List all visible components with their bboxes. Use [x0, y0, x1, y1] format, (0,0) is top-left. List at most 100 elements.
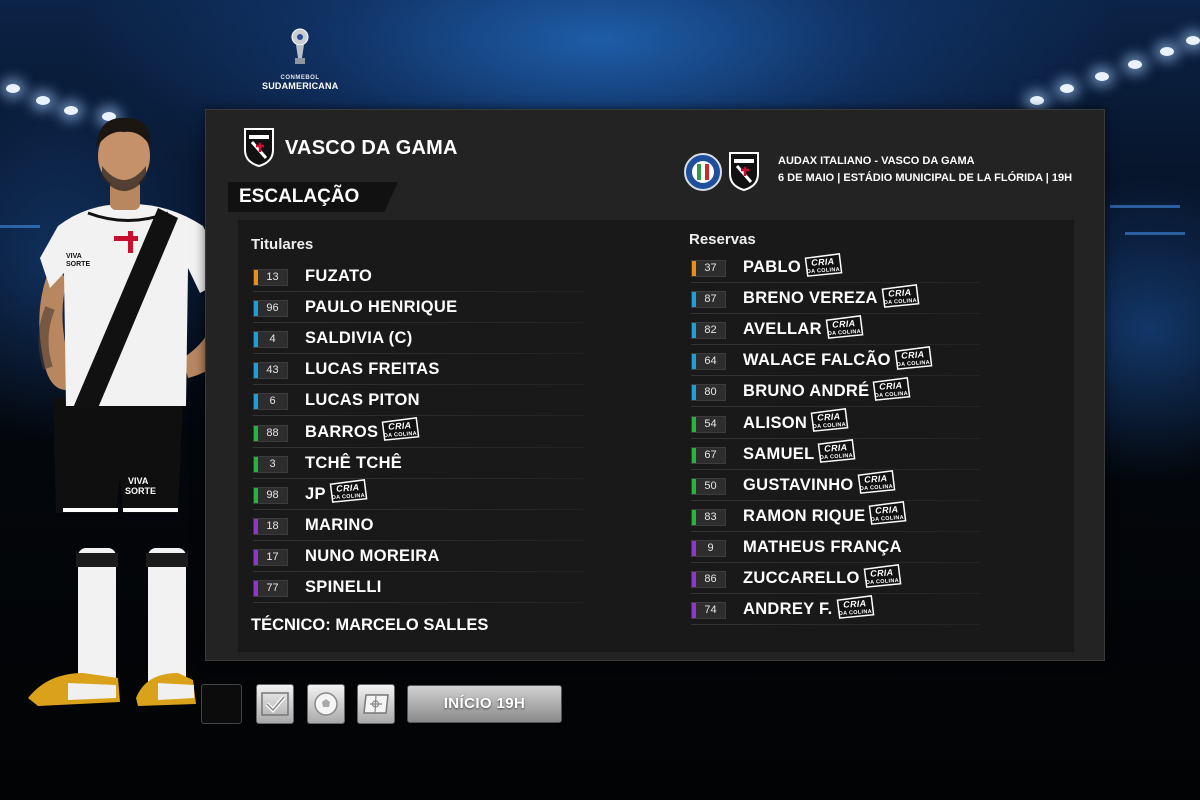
row-divider — [253, 539, 583, 541]
audax-crest-icon — [684, 153, 722, 191]
player-row[interactable]: 88 BARROS CRIA DA COLINA — [253, 417, 583, 448]
player-number: 50 — [691, 477, 726, 495]
player-number: 43 — [253, 362, 288, 380]
player-name: MATHEUS FRANÇA — [743, 538, 902, 557]
player-row[interactable]: 13 FUZATO — [253, 262, 583, 292]
player-row[interactable]: 83 RAMON RIQUE CRIA DA COLINA — [691, 501, 981, 532]
row-divider — [691, 561, 981, 563]
player-row[interactable]: 67 SAMUEL CRIA DA COLINA — [691, 439, 981, 470]
player-row[interactable]: 98 JP CRIA DA COLINA — [253, 479, 583, 510]
player-number: 96 — [253, 300, 288, 318]
svg-text:SORTE: SORTE — [125, 486, 156, 496]
player-name: PAULO HENRIQUE — [305, 298, 457, 317]
start-button[interactable]: INÍCIO 19H — [407, 685, 562, 723]
player-name-text: JP — [305, 484, 326, 503]
cria-badge-line1: CRIA — [863, 474, 887, 486]
match-title: AUDAX ITALIANO - VASCO DA GAMA — [778, 155, 975, 167]
section-tab: ESCALAÇÃO — [228, 182, 398, 212]
row-divider — [691, 313, 981, 315]
cria-badge-line1: CRIA — [870, 567, 894, 579]
player-name-text: SAMUEL — [743, 444, 815, 463]
player-name-text: MARINO — [305, 515, 374, 534]
player-name-text: LUCAS FREITAS — [305, 360, 440, 379]
player-number: 67 — [691, 446, 726, 464]
player-name-text: NUNO MOREIRA — [305, 546, 440, 565]
player-name-text: ZUCCARELLO — [743, 569, 860, 587]
player-name-text: LUCAS PITON — [305, 391, 420, 410]
light-beam — [1110, 205, 1180, 208]
row-divider — [691, 344, 981, 346]
player-name: BARROS CRIA DA COLINA — [305, 417, 420, 442]
player-name-text: TCHÊ TCHÊ — [305, 453, 403, 472]
player-name: JP CRIA DA COLINA — [305, 479, 368, 504]
row-divider — [253, 446, 583, 448]
cria-da-colina-icon: CRIADA COLINA — [804, 252, 843, 277]
player-name: MARINO — [305, 516, 374, 535]
player-row[interactable]: 74 ANDREY F. CRIA DA COLINA — [691, 594, 981, 626]
player-name-text: PABLO — [743, 258, 802, 276]
player-row[interactable]: 64 WALACE FALCÃO CRIA DA COLINA — [691, 345, 981, 377]
svg-text:VIVA: VIVA — [66, 253, 82, 260]
vasco-crest-icon — [244, 128, 274, 168]
player-name-text: WALACE FALCÃO — [743, 351, 891, 370]
player-name: RAMON RIQUE CRIA DA COLINA — [743, 501, 907, 526]
section-title: ESCALAÇÃO — [239, 186, 360, 207]
player-name-text: SPINELLI — [305, 578, 382, 596]
row-divider — [691, 499, 981, 501]
cria-badge-line1: CRIA — [811, 256, 835, 268]
player-name-text: GUSTAVINHO — [743, 475, 854, 494]
row-divider — [253, 508, 583, 510]
player-name: TCHÊ TCHÊ — [305, 454, 402, 473]
player-name: PABLO CRIA DA COLINA — [743, 252, 843, 277]
player-row[interactable]: 77 SPINELLI — [253, 573, 583, 603]
player-row[interactable]: 86 ZUCCARELLO CRIA DA COLINA — [691, 563, 981, 594]
cria-da-colina-icon: CRIADA COLINA — [381, 417, 420, 442]
row-divider — [253, 477, 583, 479]
ball-button[interactable] — [307, 684, 345, 724]
player-row[interactable]: 87 BRENO VEREZA CRIA DA COLINA — [691, 283, 981, 315]
player-number: 87 — [691, 291, 726, 309]
player-name-text: RAMON RIQUE — [743, 506, 866, 525]
player-number: 54 — [691, 415, 726, 433]
cria-da-colina-icon: CRIADA COLINA — [873, 377, 911, 401]
blank-slot-button[interactable] — [201, 684, 242, 724]
player-name: BRENO VEREZA CRIA DA COLINA — [743, 283, 920, 308]
match-info: 6 DE MAIO | ESTÁDIO MUNICIPAL DE LA FLÓR… — [778, 172, 1073, 184]
pitch-button[interactable] — [357, 684, 395, 724]
player-number: 77 — [253, 580, 288, 597]
player-name: LUCAS PITON — [305, 391, 420, 410]
player-number: 17 — [253, 548, 288, 566]
player-row[interactable]: 50 GUSTAVINHO CRIA DA COLINA — [691, 470, 981, 501]
player-row[interactable]: 9 MATHEUS FRANÇA — [691, 533, 981, 563]
player-name-text: ANDREY F. — [743, 600, 833, 619]
cria-badge-line1: CRIA — [842, 598, 866, 610]
player-row[interactable]: 4 SALDIVIA (C) — [253, 324, 583, 355]
player-row[interactable]: 37 PABLO CRIA DA COLINA — [691, 252, 981, 283]
player-name: AVELLAR CRIA DA COLINA — [743, 314, 864, 339]
cria-badge-line1: CRIA — [879, 380, 903, 392]
row-divider — [253, 602, 583, 603]
player-row[interactable]: 82 AVELLAR CRIA DA COLINA — [691, 314, 981, 346]
light-beam — [1125, 232, 1185, 235]
player-name: WALACE FALCÃO CRIA DA COLINA — [743, 345, 933, 370]
cria-da-colina-icon: CRIADA COLINA — [836, 594, 874, 619]
cria-badge-line1: CRIA — [901, 349, 925, 361]
cria-badge-line1: CRIA — [832, 318, 856, 330]
player-number: 98 — [253, 486, 288, 504]
player-number: 64 — [691, 353, 726, 371]
player-row[interactable]: 43 LUCAS FREITAS — [253, 355, 583, 386]
player-row[interactable]: 3 TCHÊ TCHÊ — [253, 449, 583, 479]
player-number: 88 — [253, 424, 288, 442]
player-number: 4 — [253, 331, 288, 349]
player-row[interactable]: 80 BRUNO ANDRÉ CRIA DA COLINA — [691, 377, 981, 408]
player-row[interactable]: 18 MARINO — [253, 511, 583, 541]
cria-da-colina-icon: CRIADA COLINA — [329, 479, 368, 504]
player-row[interactable]: 96 PAULO HENRIQUE — [253, 293, 583, 324]
player-name: LUCAS FREITAS — [305, 360, 440, 379]
ball-icon — [314, 692, 338, 716]
confirm-button[interactable] — [256, 684, 294, 724]
player-row[interactable]: 17 NUNO MOREIRA — [253, 542, 583, 572]
player-name: ZUCCARELLO CRIA DA COLINA — [743, 563, 902, 588]
player-row[interactable]: 6 LUCAS PITON — [253, 386, 583, 417]
player-row[interactable]: 54 ALISON CRIA DA COLINA — [691, 408, 981, 439]
